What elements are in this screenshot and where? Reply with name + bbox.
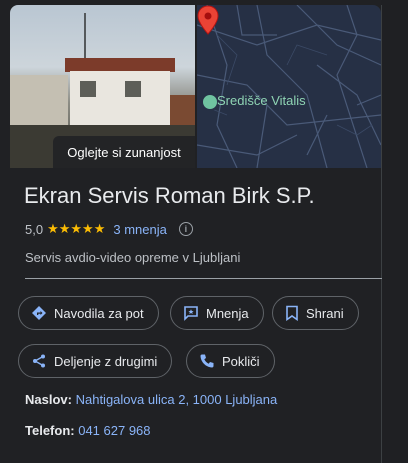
- map-place-label: Središče Vitalis: [217, 93, 306, 108]
- street-view-photo[interactable]: Oglejte si zunanjost: [10, 5, 195, 168]
- directions-icon: [32, 306, 46, 320]
- save-button[interactable]: Shrani: [272, 296, 359, 330]
- map-streets: [197, 5, 381, 168]
- business-category: Servis avdio-video opreme v Ljubljani: [25, 250, 241, 265]
- business-name: Ekran Servis Roman Birk S.P.: [24, 183, 315, 208]
- phone-link[interactable]: 041 627 968: [78, 423, 150, 438]
- save-label: Shrani: [306, 305, 344, 321]
- rating-value: 5,0: [25, 221, 44, 237]
- rating-stars: ★★★★★: [47, 221, 106, 236]
- phone-row: Telefon: 041 627 968: [25, 423, 151, 438]
- divider: [25, 278, 382, 279]
- map-thumbnail[interactable]: Središče Vitalis: [197, 5, 381, 168]
- rating-row: 5,0 ★★★★★ 3 mnenja i: [25, 221, 193, 237]
- phone-icon: [200, 354, 214, 368]
- address-link[interactable]: Nahtigalova ulica 2, 1000 Ljubljana: [76, 392, 278, 407]
- call-label: Pokliči: [222, 353, 260, 369]
- directions-label: Navodila za pot: [54, 305, 144, 321]
- call-button[interactable]: Pokliči: [186, 344, 275, 378]
- review-icon: [184, 306, 198, 321]
- directions-button[interactable]: Navodila za pot: [18, 296, 159, 330]
- info-icon[interactable]: i: [178, 222, 193, 236]
- share-label: Deljenje z drugimi: [54, 353, 158, 369]
- knowledge-panel: Oglejte si zunanjost Središče Vitalis Ek…: [10, 5, 382, 463]
- share-icon: [33, 354, 45, 368]
- view-exterior-button[interactable]: Oglejte si zunanjost: [53, 136, 195, 168]
- address-row: Naslov: Nahtigalova ulica 2, 1000 Ljublj…: [25, 392, 277, 407]
- side-gutter: [381, 0, 408, 463]
- map-pin-icon: [197, 5, 219, 35]
- media-row: Oglejte si zunanjost Središče Vitalis: [10, 5, 381, 168]
- reviews-label: Mnenja: [206, 305, 249, 321]
- reviews-button[interactable]: Mnenja: [170, 296, 264, 330]
- reviews-link[interactable]: 3 mnenja: [113, 222, 166, 237]
- phone-label: Telefon:: [25, 423, 75, 438]
- address-label: Naslov:: [25, 392, 72, 407]
- share-button[interactable]: Deljenje z drugimi: [18, 344, 173, 378]
- bookmark-icon: [286, 305, 298, 321]
